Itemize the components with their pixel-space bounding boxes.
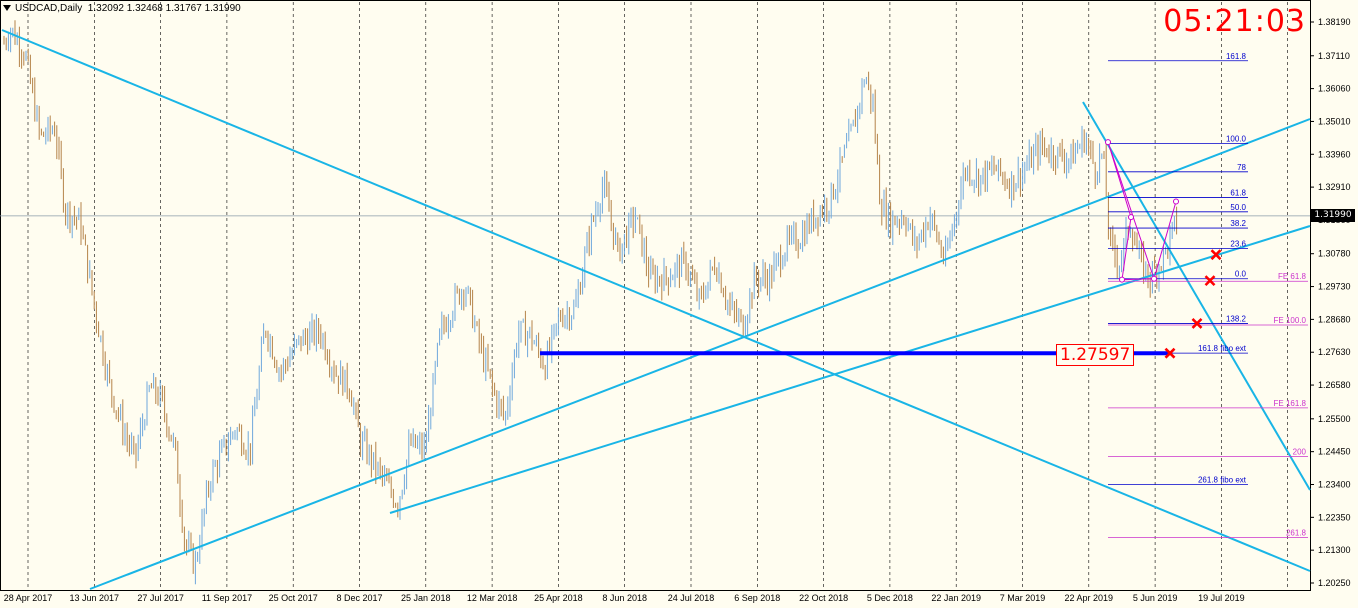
symbol-label: USDCAD,Daily (15, 3, 83, 14)
x-tick-label: 13 Jun 2017 (70, 593, 120, 603)
x-tick-label: 11 Sep 2017 (202, 593, 252, 603)
trend-line (1082, 101, 1311, 491)
y-tick-label: 1.33960 (1318, 149, 1351, 159)
ohlc-readout: 1.32092 1.32468 1.31767 1.31990 (87, 3, 241, 14)
trend-line (389, 225, 1311, 514)
pattern-point (1119, 276, 1125, 283)
y-tick-label: 1.25500 (1318, 414, 1351, 424)
y-tick-label: 1.27630 (1318, 347, 1351, 357)
fe-level-label: 261.8 (1286, 529, 1307, 538)
y-tick-label: 1.21300 (1318, 545, 1351, 555)
x-tick-label: 25 Apr 2018 (534, 593, 583, 603)
y-tick-label: 1.22350 (1318, 512, 1351, 522)
x-tick-label: 24 Jul 2018 (668, 593, 715, 603)
fib-level-label: 161.8 fibo ext (1198, 344, 1247, 353)
y-tick-label: 1.29730 (1318, 282, 1351, 292)
x-tick-label: 25 Jan 2018 (401, 593, 451, 603)
fib-level-label: 23.6 (1230, 239, 1246, 248)
chart-canvas[interactable]: 28 Apr 2017 13 Jun 2017 27 Jul 2017 11 Sep … (0, 0, 1358, 608)
fib-level-label: 161.8 (1226, 52, 1247, 61)
fe-level-label: 200 (1293, 447, 1307, 456)
fib-level-label: 261.8 fibo ext (1198, 475, 1247, 484)
target-marker (1204, 275, 1216, 287)
y-tick-label: 1.37110 (1318, 51, 1350, 61)
x-tick-label: 7 Mar 2019 (1000, 593, 1046, 603)
current-price-tag: 1.31990 (1311, 209, 1355, 222)
y-tick-label: 1.36060 (1318, 84, 1351, 94)
fib-level-label: 38.2 (1230, 219, 1246, 228)
y-tick-label: 1.24450 (1318, 447, 1351, 457)
x-tick-label: 8 Dec 2017 (336, 593, 382, 603)
fe-level-label: FE 100.0 (1274, 316, 1307, 325)
fe-level-label: FE 61.8 (1278, 272, 1307, 281)
pattern-point (1173, 198, 1179, 205)
y-tick-label: 1.20250 (1318, 578, 1351, 588)
trend-line (1, 29, 1311, 572)
fib-level-label: 100.0 (1226, 135, 1247, 144)
fib-level-label: 0.0 (1235, 270, 1247, 279)
chart-window[interactable]: 28 Apr 2017 13 Jun 2017 27 Jul 2017 11 Sep … (0, 0, 1358, 608)
x-tick-label: 5 Jun 2019 (1133, 593, 1178, 603)
x-tick-label: 22 Oct 2018 (799, 593, 848, 603)
bar-countdown-clock: 05:21:03 (1163, 4, 1306, 39)
plot-frame (0, 0, 1311, 591)
x-tick-label: 25 Oct 2017 (269, 593, 318, 603)
x-tick-label: 22 Apr 2019 (1065, 593, 1114, 603)
pattern-point (1151, 275, 1157, 282)
fib-level-label: 50.0 (1230, 203, 1246, 212)
y-tick-label: 1.30780 (1318, 249, 1351, 259)
x-tick-label: 5 Dec 2018 (867, 593, 913, 603)
x-tick-label: 22 Jan 2019 (931, 593, 981, 603)
chart-header: USDCAD,Daily 1.32092 1.32468 1.31767 1.3… (3, 3, 241, 14)
fe-level-label: FE 161.8 (1274, 399, 1307, 408)
y-tick-label: 1.26580 (1318, 380, 1351, 390)
chevron-down-icon[interactable] (3, 5, 11, 12)
x-tick-label: 8 Jun 2018 (602, 593, 647, 603)
pattern-point (1128, 214, 1134, 221)
x-tick-label: 27 Jul 2017 (137, 593, 184, 603)
y-tick-label: 1.38190 (1318, 17, 1351, 27)
pattern-point (1105, 139, 1111, 146)
y-tick-label: 1.28680 (1318, 314, 1351, 324)
y-tick-label: 1.35010 (1318, 116, 1351, 126)
y-tick-label: 1.23400 (1318, 479, 1351, 489)
x-tick-label: 12 Mar 2018 (467, 593, 518, 603)
fib-level-label: 78 (1237, 163, 1246, 172)
x-tick-label: 19 Jul 2019 (1198, 593, 1245, 603)
fib-level-label: 61.8 (1230, 188, 1246, 197)
target-price-label: 1.27597 (1056, 344, 1135, 366)
fib-level-label: 138.2 (1226, 314, 1247, 323)
y-tick-label: 1.32910 (1318, 182, 1351, 192)
x-tick-label: 6 Sep 2018 (734, 593, 780, 603)
x-tick-label: 28 Apr 2017 (4, 593, 53, 603)
